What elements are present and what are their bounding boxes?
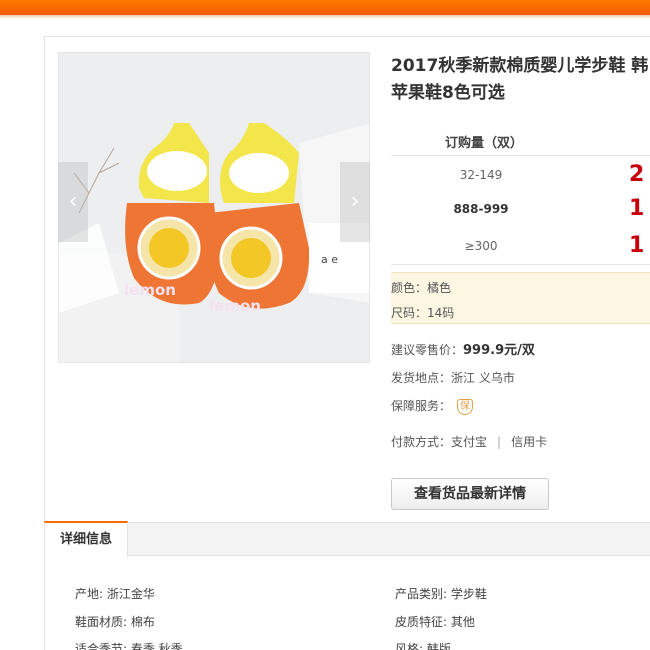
svg-text:lemon: lemon — [209, 297, 261, 315]
tier-quantity: 32-149 — [459, 168, 503, 182]
chevron-right-icon: › — [350, 189, 360, 214]
guarantee-shield-icon[interactable]: 保 — [457, 398, 474, 415]
divider — [391, 264, 650, 265]
retail-price-row: 建议零售价：999.9元/双 — [391, 339, 535, 358]
attr-category: 产品类别: 学步鞋 — [395, 587, 487, 601]
attr-origin: 产地: 浙江金华 — [75, 587, 155, 601]
shipping-label: 发货地点： — [391, 371, 452, 385]
top-header-bar — [0, 0, 650, 15]
attr-leather: 皮质特征: 其他 — [395, 615, 475, 629]
header-shadow — [0, 15, 650, 19]
price-tier-row: ≥300 1 — [391, 229, 650, 265]
payment-credit-card: 信用卡 — [511, 435, 548, 449]
baby-shoes-illustration: lemon lemon a e — [59, 53, 369, 362]
tier-price: 1 — [629, 233, 645, 258]
image-prev-button[interactable]: ‹ — [58, 162, 88, 242]
shipping-row: 发货地点：浙江 义乌市 — [391, 369, 515, 386]
image-next-button[interactable]: › — [340, 162, 370, 242]
payment-separator: | — [497, 435, 502, 449]
detail-tab-strip — [44, 522, 650, 556]
product-image[interactable]: lemon lemon a e — [58, 52, 370, 363]
payment-row: 付款方式：支付宝 | 信用卡 — [391, 433, 547, 450]
payment-label: 付款方式： — [391, 435, 452, 449]
guarantee-row: 保障服务： 保 — [391, 397, 474, 415]
price-tier-row: 888-999 1 — [391, 192, 650, 228]
svg-text:a e: a e — [321, 253, 338, 266]
view-latest-details-button[interactable]: 查看货品最新详情 — [391, 478, 549, 510]
price-table-header: 订购量（双） — [391, 130, 650, 156]
price-tier-row: 32-149 2 — [391, 158, 650, 194]
order-quantity-header: 订购量（双） — [445, 136, 524, 151]
payment-alipay: 支付宝 — [451, 435, 488, 449]
tier-quantity: ≥300 — [464, 239, 498, 253]
attr-season: 适合季节: 春季 秋季 — [75, 642, 183, 650]
retail-price-value: 999.9元/双 — [463, 343, 535, 358]
attr-style: 风格: 韩版 — [395, 642, 451, 650]
attr-upper-material: 鞋面材质: 棉布 — [75, 615, 155, 629]
tier-price: 1 — [629, 196, 645, 221]
tier-quantity: 888-999 — [453, 202, 509, 216]
selected-specs: 颜色：橘色 尺码：14码 — [391, 272, 650, 324]
product-title: 2017秋季新款棉质婴儿学步鞋 韩 苹果鞋8色可选 — [391, 53, 650, 107]
spec-size: 尺码：14码 — [391, 306, 455, 320]
tier-price: 2 — [629, 162, 645, 187]
svg-text:lemon: lemon — [124, 281, 176, 299]
spec-color: 颜色：橘色 — [391, 281, 452, 295]
tab-details[interactable]: 详细信息 — [44, 521, 128, 557]
guarantee-label: 保障服务： — [391, 399, 452, 413]
retail-price-label: 建议零售价： — [391, 343, 464, 357]
product-title-line1: 2017秋季新款棉质婴儿学步鞋 韩 — [391, 56, 649, 76]
shipping-location: 浙江 义乌市 — [451, 371, 515, 385]
chevron-left-icon: ‹ — [68, 189, 78, 214]
product-title-line2: 苹果鞋8色可选 — [391, 83, 505, 103]
